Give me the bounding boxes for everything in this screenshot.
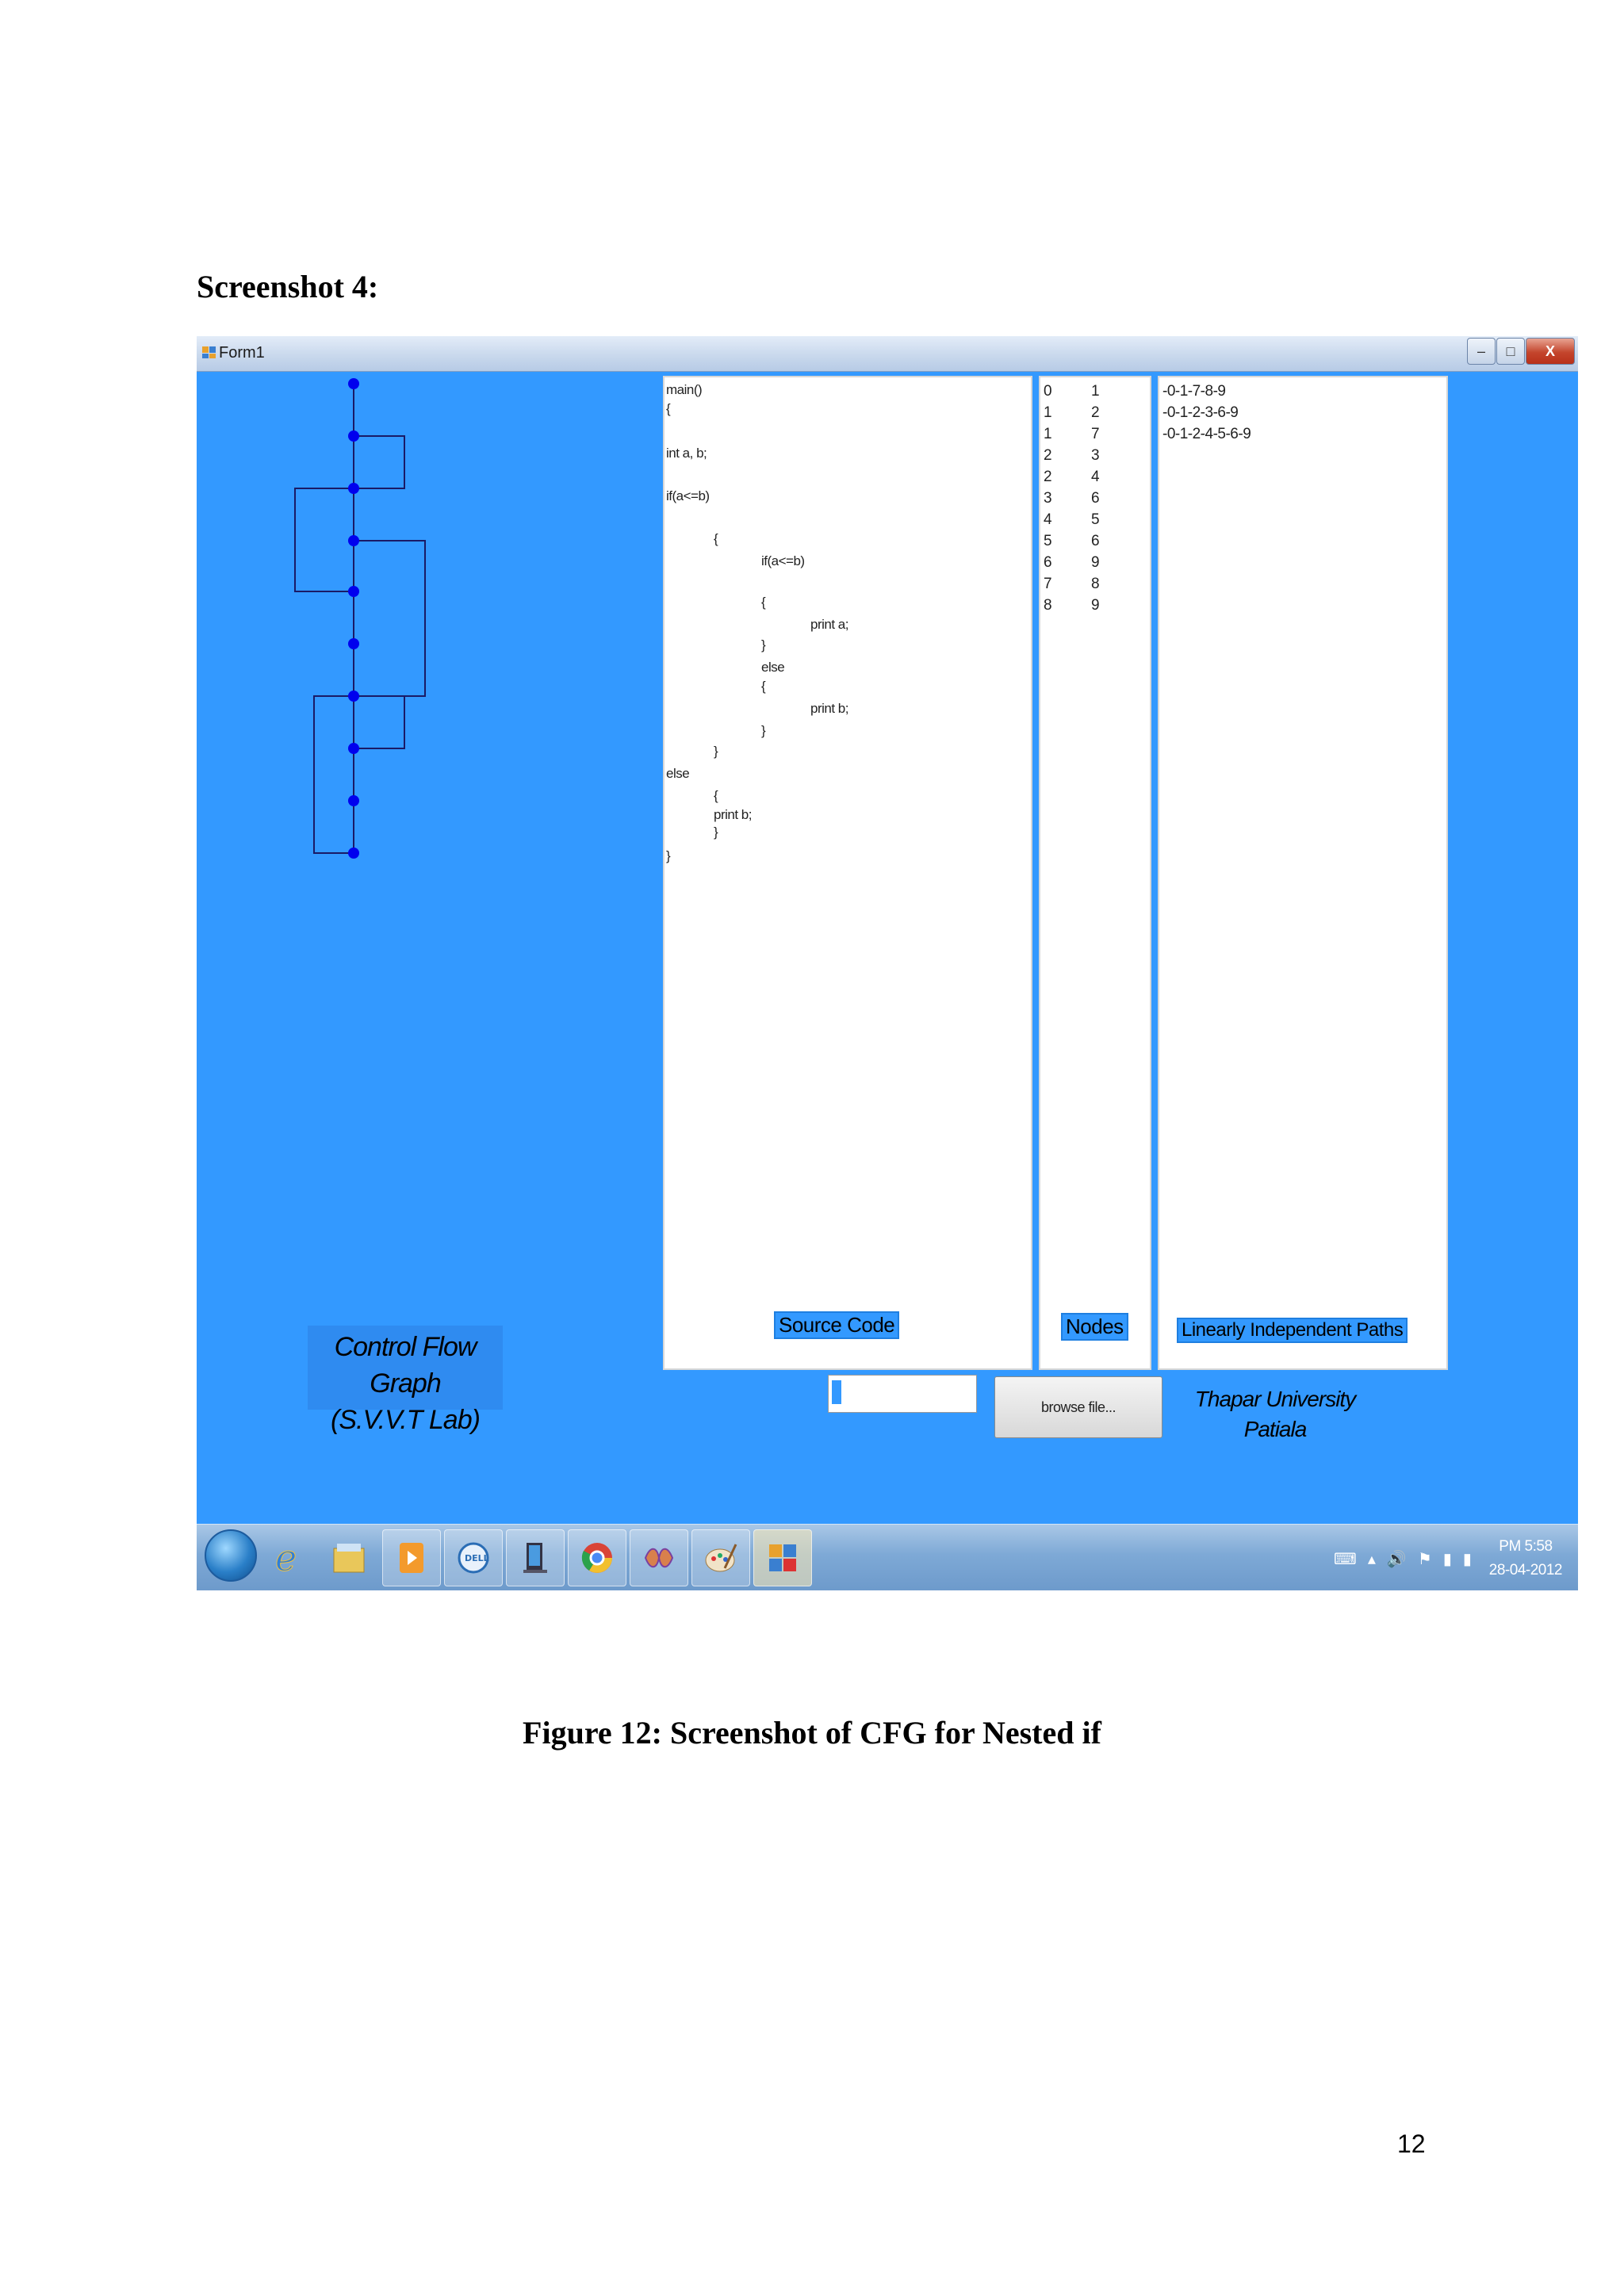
node-edge-row: 01 — [1044, 383, 1100, 400]
nodes-panel[interactable]: 01 12 17 23 24 36 45 56 69 78 89 Nodes — [1039, 376, 1151, 1370]
svg-text:e: e — [275, 1537, 297, 1577]
media-player-icon[interactable] — [382, 1529, 441, 1586]
dell-icon[interactable]: DELL — [444, 1529, 503, 1586]
university-line1: Thapar University — [1194, 1387, 1356, 1411]
chrome-icon[interactable] — [568, 1529, 626, 1586]
cfg-node — [348, 430, 359, 442]
cfg-node — [348, 743, 359, 754]
battery-icon[interactable]: ▮ — [1443, 1549, 1452, 1569]
text-caret — [832, 1380, 841, 1404]
paint-icon[interactable] — [691, 1529, 750, 1586]
code-line: int a, b; — [666, 446, 707, 461]
nodes-list: 01 12 17 23 24 36 45 56 69 78 89 — [1044, 381, 1100, 616]
code-line: } — [666, 848, 671, 863]
keyboard-icon[interactable]: ⌨ — [1334, 1549, 1357, 1569]
nodes-label: Nodes — [1061, 1313, 1128, 1341]
cfg-node — [348, 586, 359, 597]
university-label: Thapar University Patiala — [1188, 1384, 1362, 1445]
network-signal-icon[interactable]: ▮ — [1463, 1549, 1472, 1569]
code-line: print a; — [810, 617, 848, 632]
code-line: if(a<=b) — [666, 488, 710, 503]
taskbar-clock[interactable]: PM 5:58 28-04-2012 — [1488, 1535, 1563, 1582]
code-line: print b; — [714, 807, 752, 822]
taskbar: e DELL ⌨ ▴ 🔊 ⚑ ▮ ▮ PM 5:58 28-04-2012 — [197, 1524, 1578, 1590]
system-tray: ⌨ ▴ 🔊 ⚑ ▮ ▮ PM 5:58 28-04-2012 — [1334, 1531, 1563, 1586]
minimize-button[interactable]: – — [1467, 338, 1496, 365]
clock-date: 28-04-2012 — [1488, 1562, 1563, 1578]
cfg-node — [348, 378, 359, 389]
code-line: } — [714, 744, 718, 759]
paths-label: Linearly Independent Paths — [1177, 1318, 1408, 1343]
figure-caption: Figure 12: Screenshot of CFG for Nested … — [523, 1715, 1101, 1751]
cfg-node — [348, 483, 359, 494]
cfg-node — [348, 535, 359, 546]
svg-text:DELL: DELL — [465, 1553, 489, 1563]
path-row: -0-1-7-8-9 — [1162, 383, 1226, 400]
node-edge-row: 56 — [1044, 533, 1100, 549]
tray-icons: ⌨ ▴ 🔊 ⚑ ▮ ▮ — [1334, 1549, 1472, 1569]
window-controls: – □ X — [1466, 338, 1575, 365]
node-edge-row: 45 — [1044, 511, 1100, 528]
code-line: else — [666, 766, 690, 781]
code-line: } — [761, 637, 766, 652]
cfg-edge — [294, 488, 354, 592]
code-line: if(a<=b) — [761, 553, 805, 568]
paths-panel[interactable]: -0-1-7-8-9 -0-1-2-3-6-9 -0-1-2-4-5-6-9 L… — [1158, 376, 1448, 1370]
internet-explorer-icon[interactable]: e — [259, 1529, 316, 1585]
node-edge-row: 36 — [1044, 490, 1100, 507]
computer-icon[interactable] — [506, 1529, 565, 1586]
path-row: -0-1-2-4-5-6-9 — [1162, 426, 1251, 442]
cfg-title-line2: (S.V.V.T Lab) — [331, 1405, 481, 1435]
node-edge-row: 89 — [1044, 597, 1100, 614]
cfg-edge — [354, 435, 405, 489]
code-line: } — [714, 825, 718, 840]
clock-time: PM 5:58 — [1499, 1538, 1553, 1555]
node-edge-row: 12 — [1044, 404, 1100, 421]
volume-icon[interactable]: 🔊 — [1387, 1549, 1407, 1569]
node-edge-row: 78 — [1044, 576, 1100, 592]
cfg-node — [348, 638, 359, 649]
browse-file-button[interactable]: browse file... — [994, 1376, 1162, 1438]
code-line: print b; — [810, 701, 848, 716]
path-row: -0-1-2-3-6-9 — [1162, 404, 1239, 421]
cfg-title-label: Control Flow Graph (S.V.V.T Lab) — [308, 1326, 503, 1435]
node-edge-row: 24 — [1044, 469, 1100, 485]
active-app-icon[interactable] — [753, 1529, 812, 1586]
action-center-flag-icon[interactable]: ⚑ — [1418, 1549, 1432, 1569]
cfg-node — [348, 691, 359, 702]
university-line2: Patiala — [1243, 1417, 1308, 1441]
cfg-edge — [354, 540, 426, 697]
cfg-edge — [354, 696, 405, 749]
paths-list: -0-1-7-8-9 -0-1-2-3-6-9 -0-1-2-4-5-6-9 — [1162, 381, 1251, 445]
cfg-edge — [313, 695, 354, 854]
section-heading: Screenshot 4: — [197, 269, 379, 304]
page-number: 12 — [1397, 2130, 1426, 2158]
code-line: main() — [666, 382, 703, 397]
show-hidden-icons-icon[interactable]: ▴ — [1368, 1549, 1376, 1569]
node-edge-row: 23 — [1044, 447, 1100, 464]
source-code-label: Source Code — [774, 1311, 900, 1339]
cfg-node — [348, 795, 359, 806]
file-explorer-icon[interactable] — [320, 1529, 377, 1585]
node-edge-row: 17 — [1044, 426, 1100, 442]
code-line: { — [666, 401, 671, 416]
code-line: } — [761, 723, 766, 738]
cfg-node — [348, 848, 359, 859]
close-button[interactable]: X — [1526, 338, 1575, 365]
node-edge-row: 69 — [1044, 554, 1100, 571]
code-line: { — [761, 679, 766, 694]
file-path-input[interactable] — [828, 1375, 977, 1413]
code-line: { — [714, 531, 718, 546]
code-line: else — [761, 660, 785, 675]
source-code-panel[interactable]: main() { int a, b; if(a<=b) { if(a<=b) {… — [663, 376, 1032, 1370]
code-line: { — [761, 595, 766, 610]
code-line: { — [714, 788, 718, 803]
screenshot-window: Form1 – □ X Control Flow Graph (S.V.V.T … — [197, 336, 1578, 1590]
visual-studio-icon[interactable] — [630, 1529, 688, 1586]
maximize-button[interactable]: □ — [1496, 338, 1525, 365]
start-button[interactable] — [205, 1529, 257, 1582]
cfg-title-line1: Control Flow Graph — [334, 1332, 477, 1399]
